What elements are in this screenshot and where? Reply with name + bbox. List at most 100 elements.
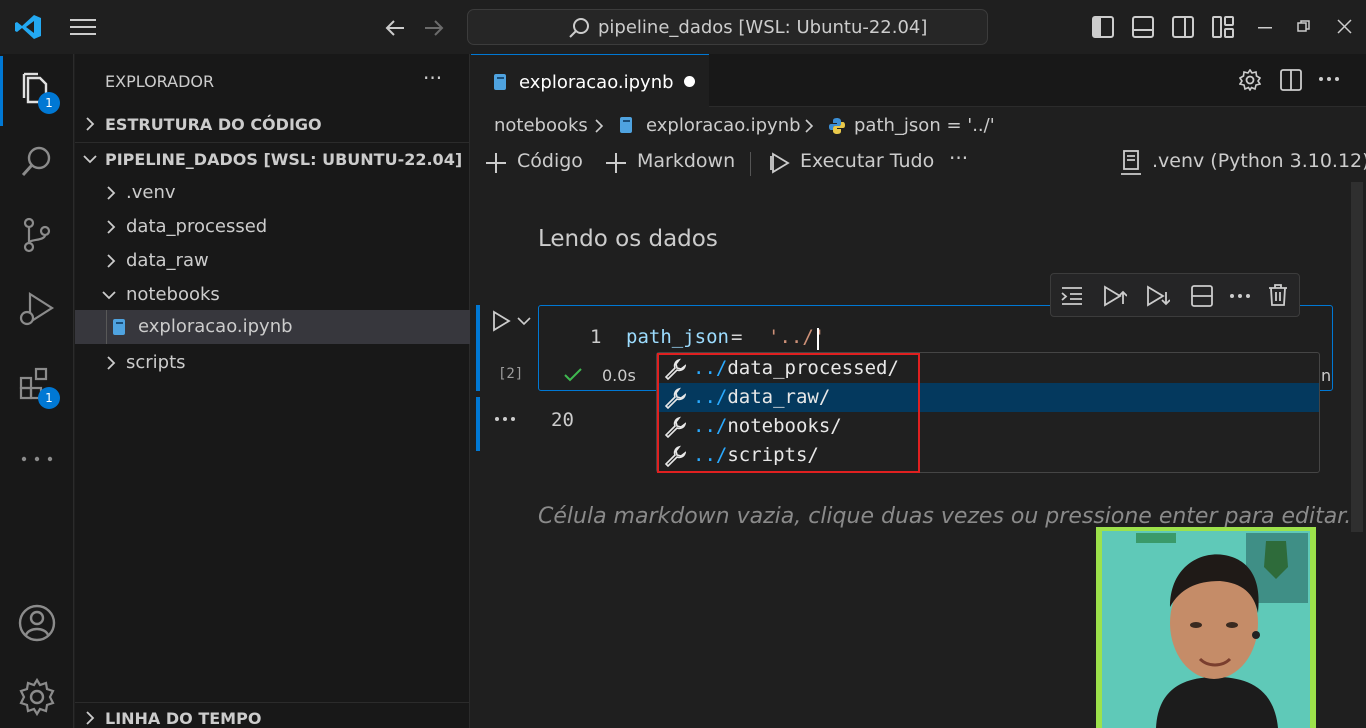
tab-bar bbox=[709, 54, 1366, 107]
tree-item-notebooks[interactable]: notebooks bbox=[126, 284, 220, 305]
folder-section-header[interactable]: PIPELINE_DADOS [WSL: UBUNTU-22.04] bbox=[105, 150, 462, 169]
chevron-right-icon bbox=[595, 119, 604, 133]
extensions-badge: 1 bbox=[38, 387, 60, 409]
toggle-secondary-sidebar-icon[interactable] bbox=[1172, 16, 1194, 38]
back-arrow-icon[interactable] bbox=[384, 18, 406, 38]
search-icon[interactable] bbox=[16, 142, 58, 184]
tree-item-data-raw[interactable]: data_raw bbox=[126, 250, 209, 271]
unsaved-dot-icon[interactable] bbox=[684, 76, 695, 87]
empty-markdown-cell[interactable]: Célula markdown vazia, clique duas vezes… bbox=[538, 504, 1351, 529]
explorer-badge: 1 bbox=[38, 92, 60, 114]
active-indicator bbox=[0, 56, 3, 126]
explorer-sidebar: EXPLORADOR ··· ESTRUTURA DO CÓDIGO PIPEL… bbox=[75, 54, 470, 728]
code-variable: path_json bbox=[626, 326, 729, 348]
breadcrumb-folder[interactable]: notebooks bbox=[494, 115, 588, 136]
webcam-overlay bbox=[1096, 527, 1316, 728]
minimize-icon[interactable] bbox=[1258, 26, 1272, 30]
chevron-right-icon bbox=[107, 254, 116, 268]
chevron-right-icon bbox=[86, 711, 95, 725]
tree-item-exploracao: exploracao.ipynb bbox=[138, 316, 293, 337]
run-debug-icon[interactable] bbox=[16, 288, 58, 330]
divider bbox=[75, 142, 470, 143]
execute-below-icon[interactable] bbox=[1146, 284, 1170, 308]
notebook-file-icon bbox=[620, 117, 632, 133]
restore-icon[interactable] bbox=[1297, 20, 1310, 33]
split-editor-icon[interactable] bbox=[1280, 69, 1302, 91]
run-cell-icon[interactable] bbox=[490, 310, 512, 332]
chevron-right-icon bbox=[107, 220, 116, 234]
vertical-scrollbar[interactable] bbox=[1351, 182, 1363, 532]
add-markdown-button[interactable]: Markdown bbox=[637, 150, 735, 172]
settings-gear-icon[interactable] bbox=[16, 676, 58, 718]
run-all-icon bbox=[770, 152, 790, 174]
plus-icon bbox=[606, 153, 626, 173]
markdown-heading[interactable]: Lendo os dados bbox=[538, 226, 718, 252]
cell-output: 20 bbox=[551, 409, 574, 431]
toolbar-separator bbox=[750, 152, 751, 176]
annotation-highlight-box bbox=[657, 353, 920, 473]
source-control-icon[interactable] bbox=[16, 214, 58, 256]
tree-item-selected-row[interactable]: exploracao.ipynb bbox=[75, 310, 470, 344]
chevron-down-icon bbox=[102, 291, 116, 300]
vscode-logo-icon[interactable] bbox=[14, 13, 42, 41]
breadcrumb-file[interactable]: exploracao.ipynb bbox=[646, 115, 801, 136]
outline-section-header[interactable]: ESTRUTURA DO CÓDIGO bbox=[105, 115, 322, 134]
presenter-video-icon bbox=[1102, 531, 1310, 728]
run-by-line-icon[interactable] bbox=[1061, 285, 1083, 307]
toolbar-more-button[interactable]: ··· bbox=[949, 146, 968, 170]
tab-label: exploracao.ipynb bbox=[519, 72, 674, 93]
split-cell-icon[interactable] bbox=[1191, 285, 1213, 307]
breadcrumb: notebooks exploracao.ipynb path_json = '… bbox=[494, 114, 1054, 138]
kernel-picker[interactable]: .venv (Python 3.10.12) bbox=[1152, 150, 1366, 172]
execute-above-icon[interactable] bbox=[1103, 284, 1127, 308]
notebook-file-icon bbox=[494, 74, 506, 90]
run-all-button[interactable]: Executar Tudo bbox=[800, 150, 934, 172]
command-center-search[interactable]: pipeline_dados [WSL: Ubuntu-22.04] bbox=[467, 9, 988, 45]
more-icon[interactable] bbox=[1229, 293, 1251, 299]
notebook-file-icon bbox=[113, 319, 125, 335]
tree-item-scripts[interactable]: scripts bbox=[126, 352, 186, 373]
chevron-right-icon bbox=[107, 356, 116, 370]
breadcrumb-symbol[interactable]: path_json = '../' bbox=[854, 115, 995, 136]
add-code-button[interactable]: Código bbox=[517, 150, 583, 172]
execution-count: [2] bbox=[498, 366, 524, 382]
divider bbox=[75, 702, 470, 703]
check-icon bbox=[564, 368, 582, 382]
timeline-section-header[interactable]: LINHA DO TEMPO bbox=[105, 709, 261, 728]
chevron-right-icon bbox=[107, 186, 116, 200]
more-actions-icon[interactable] bbox=[1318, 76, 1340, 82]
output-focus-indicator bbox=[476, 397, 480, 451]
plus-icon bbox=[486, 153, 506, 173]
more-views-icon[interactable] bbox=[16, 438, 58, 480]
menu-icon[interactable] bbox=[70, 17, 96, 37]
activity-bar: 1 1 bbox=[0, 54, 74, 728]
tab-exploracao[interactable]: exploracao.ipynb bbox=[471, 54, 709, 107]
execution-duration: 0.0s bbox=[602, 366, 636, 385]
toggle-sidebar-icon[interactable] bbox=[1092, 16, 1114, 38]
sidebar-title: EXPLORADOR bbox=[105, 72, 215, 91]
trash-icon[interactable] bbox=[1268, 284, 1288, 306]
toggle-panel-icon[interactable] bbox=[1132, 16, 1154, 38]
code-operator: = bbox=[731, 326, 743, 348]
chevron-right-icon bbox=[805, 119, 814, 133]
title-bar: pipeline_dados [WSL: Ubuntu-22.04] bbox=[0, 0, 1366, 54]
forward-arrow-icon[interactable] bbox=[423, 18, 445, 38]
tree-item-venv[interactable]: .venv bbox=[126, 182, 176, 203]
chevron-down-icon bbox=[83, 155, 97, 164]
notebook-toolbar: Código Markdown Executar Tudo ··· .venv … bbox=[485, 146, 1366, 178]
search-icon bbox=[569, 18, 589, 38]
cell-toolbar bbox=[1050, 273, 1300, 317]
tree-item-data-processed[interactable]: data_processed bbox=[126, 216, 267, 237]
chevron-down-icon[interactable] bbox=[517, 316, 531, 326]
sidebar-more-button[interactable]: ··· bbox=[423, 66, 442, 90]
customize-layout-icon[interactable] bbox=[1212, 16, 1234, 38]
close-window-icon[interactable] bbox=[1337, 19, 1352, 34]
line-number: 1 bbox=[590, 326, 602, 348]
python-icon bbox=[829, 118, 845, 134]
chevron-right-icon bbox=[86, 117, 95, 131]
output-more-icon[interactable] bbox=[494, 416, 516, 422]
accounts-icon[interactable] bbox=[16, 602, 58, 644]
cell-focus-indicator bbox=[476, 305, 480, 391]
gear-icon[interactable] bbox=[1239, 69, 1261, 91]
search-text: pipeline_dados [WSL: Ubuntu-22.04] bbox=[598, 17, 928, 38]
